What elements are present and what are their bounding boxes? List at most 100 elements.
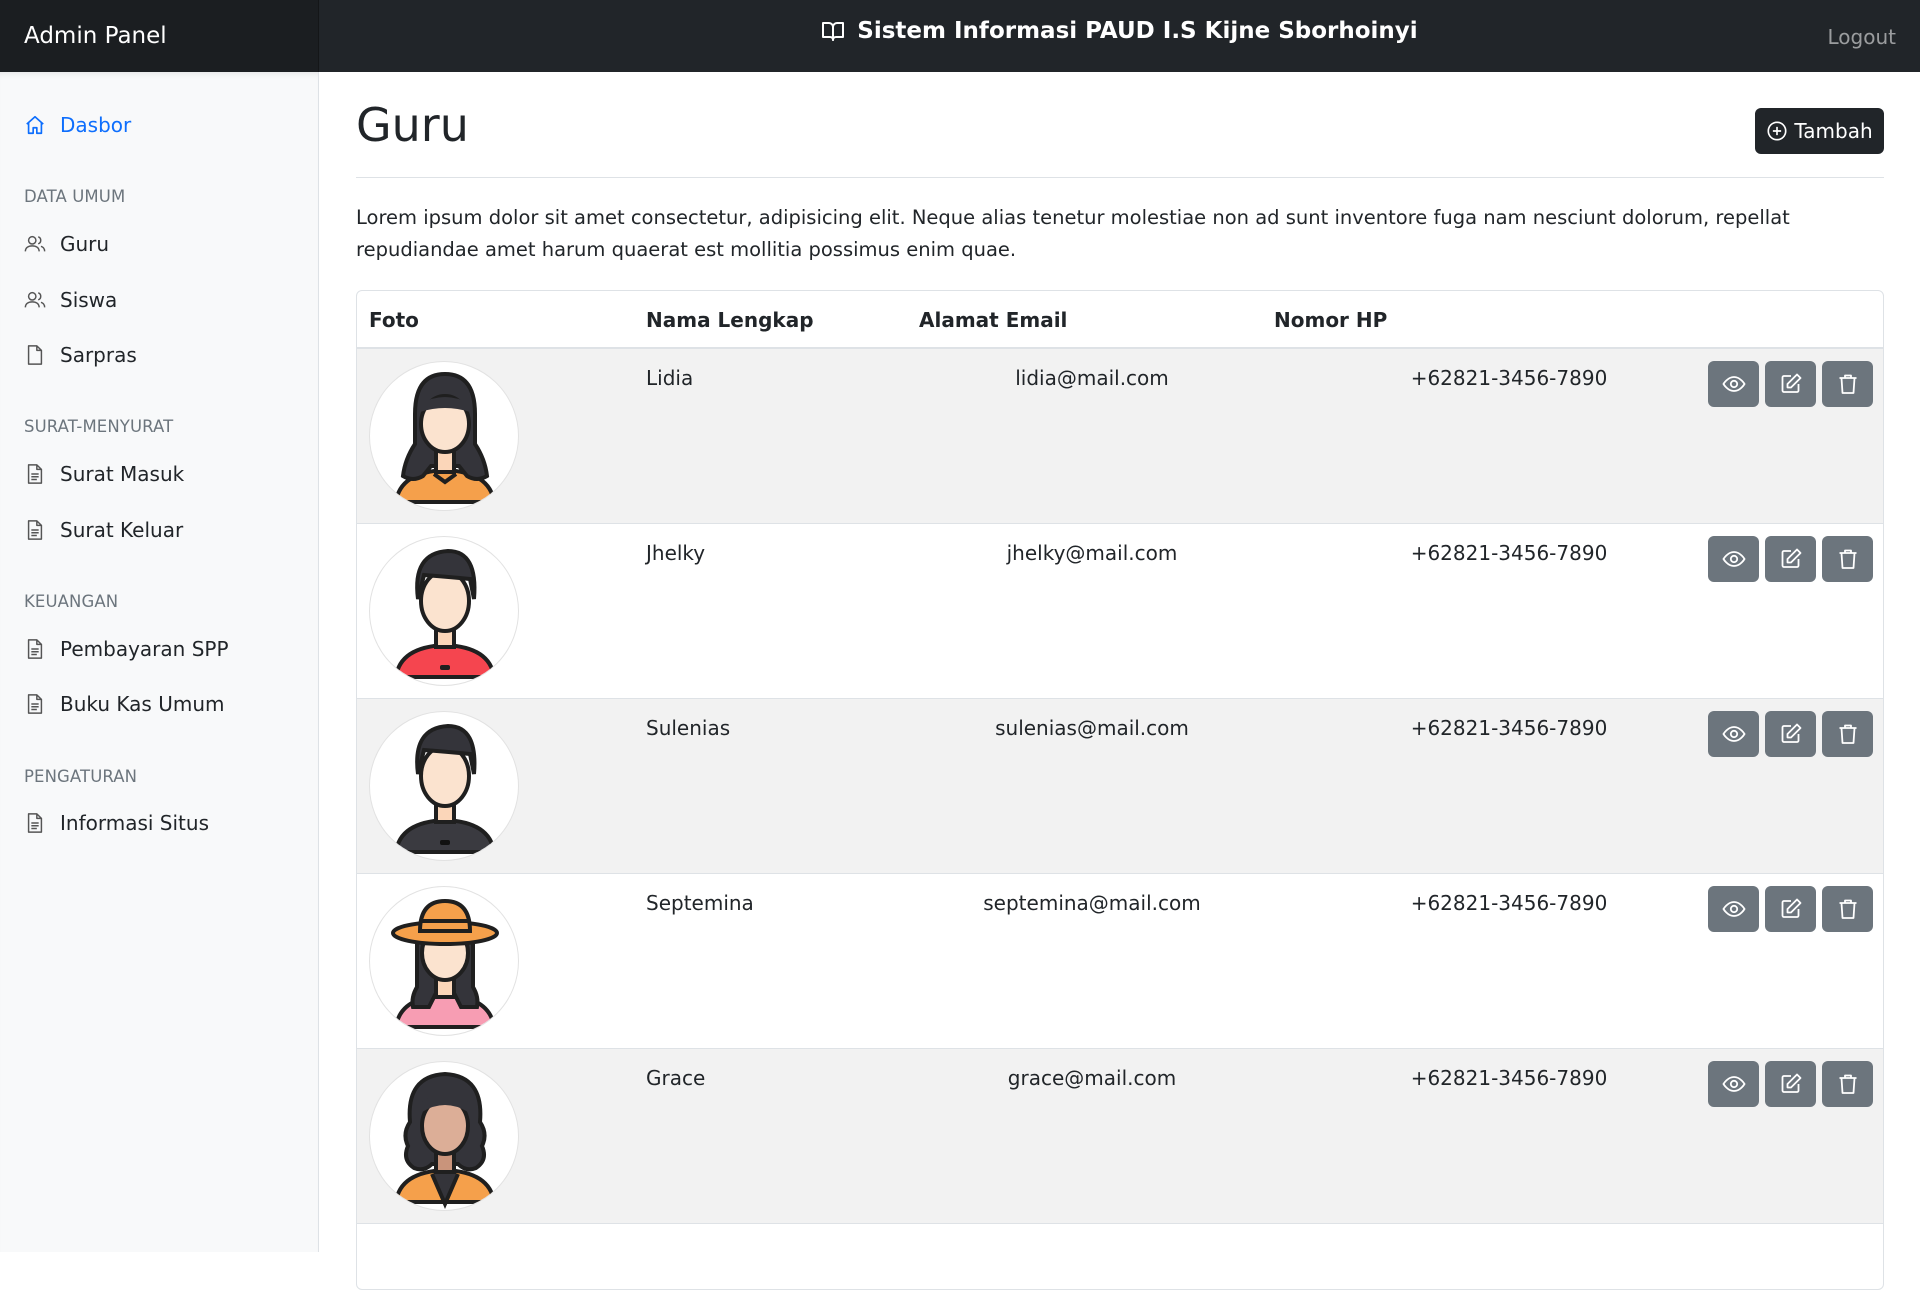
column-header-hp: Nomor HP <box>1274 308 1388 332</box>
cell-hp: +62821-3456-7890 <box>1410 716 1608 740</box>
row-actions <box>1708 886 1873 932</box>
delete-button[interactable] <box>1822 361 1873 407</box>
file-text-icon <box>27 639 43 659</box>
avatar <box>369 361 519 511</box>
row-actions <box>1708 536 1873 582</box>
column-header-email: Alamat Email <box>919 308 1068 332</box>
column-header-foto: Foto <box>369 308 419 332</box>
brand[interactable]: Admin Panel <box>0 0 319 72</box>
edit-icon <box>1781 723 1801 743</box>
cell-nama: Sulenias <box>646 716 731 740</box>
sidebar-item-sarpras[interactable]: Sarpras <box>24 340 137 370</box>
delete-button[interactable] <box>1822 1061 1873 1107</box>
divider <box>356 177 1884 178</box>
sidebar-item-surat-masuk[interactable]: Surat Masuk <box>24 459 184 489</box>
sidebar-item-guru[interactable]: Guru <box>24 229 109 259</box>
view-button[interactable] <box>1708 361 1759 407</box>
file-text-icon <box>27 694 43 714</box>
cell-nama: Septemina <box>646 891 754 915</box>
add-button-label: Tambah <box>1794 119 1873 143</box>
eye-icon <box>1721 726 1746 742</box>
table-row: Septemina septemina@mail.com +62821-3456… <box>357 874 1883 1049</box>
people-icon <box>24 291 46 308</box>
edit-button[interactable] <box>1765 886 1816 932</box>
sidebar-item-label: Guru <box>60 232 110 256</box>
view-button[interactable] <box>1708 536 1759 582</box>
avatar <box>369 711 519 861</box>
column-header-nama: Nama Lengkap <box>646 308 814 332</box>
table-row: Sulenias sulenias@mail.com +62821-3456-7… <box>357 699 1883 874</box>
cell-email: lidia@mail.com <box>1015 366 1169 390</box>
delete-button[interactable] <box>1822 536 1873 582</box>
sidebar-item-label: Informasi Situs <box>60 811 209 835</box>
book-icon <box>822 22 845 41</box>
eye-icon <box>1721 376 1746 392</box>
cell-email: jhelky@mail.com <box>1006 541 1178 565</box>
sidebar-heading-surat: SURAT-MENYURAT <box>24 417 174 436</box>
eye-icon <box>1721 901 1746 917</box>
avatar <box>369 536 519 686</box>
sidebar-item-surat-keluar[interactable]: Surat Keluar <box>24 515 183 545</box>
view-button[interactable] <box>1708 1061 1759 1107</box>
edit-icon <box>1781 373 1801 393</box>
cell-hp: +62821-3456-7890 <box>1410 541 1608 565</box>
edit-button[interactable] <box>1765 361 1816 407</box>
add-button[interactable]: Tambah <box>1755 108 1884 154</box>
view-button[interactable] <box>1708 711 1759 757</box>
cell-email: sulenias@mail.com <box>995 716 1189 740</box>
edit-icon <box>1781 898 1801 918</box>
avatar <box>369 1061 519 1211</box>
sidebar-item-label: Surat Keluar <box>60 518 184 542</box>
table-row: Jhelky jhelky@mail.com +62821-3456-7890 <box>357 524 1883 699</box>
sidebar-item-label: Dasbor <box>60 113 132 137</box>
table-header: Foto Nama Lengkap Alamat Email Nomor HP <box>357 291 1883 349</box>
cell-nama: Jhelky <box>646 541 706 565</box>
logout-link[interactable]: Logout <box>1828 0 1896 74</box>
avatar <box>369 886 519 1036</box>
cell-nama: Grace <box>646 1066 706 1090</box>
sidebar-heading-pengaturan: PENGATURAN <box>24 767 138 786</box>
trash-icon <box>1839 899 1856 919</box>
cell-email: septemina@mail.com <box>983 891 1201 915</box>
home-icon <box>26 115 44 135</box>
cell-nama: Lidia <box>646 366 694 390</box>
delete-button[interactable] <box>1822 711 1873 757</box>
delete-button[interactable] <box>1822 886 1873 932</box>
eye-icon <box>1721 551 1746 567</box>
edit-button[interactable] <box>1765 536 1816 582</box>
trash-icon <box>1839 724 1856 744</box>
file-icon <box>27 345 43 365</box>
sidebar-item-buku-kas[interactable]: Buku Kas Umum <box>24 689 224 719</box>
sidebar-heading-data-umum: DATA UMUM <box>24 187 126 206</box>
sidebar-item-label: Siswa <box>60 288 118 312</box>
guru-table: Foto Nama Lengkap Alamat Email Nomor HP … <box>356 290 1884 1290</box>
top-navbar: Admin Panel Sistem Informasi PAUD I.S Ki… <box>0 0 1920 72</box>
edit-button[interactable] <box>1765 1061 1816 1107</box>
row-actions <box>1708 1061 1873 1107</box>
view-button[interactable] <box>1708 886 1759 932</box>
sidebar-item-label: Sarpras <box>60 343 137 367</box>
sidebar-item-informasi-situs[interactable]: Informasi Situs <box>24 808 209 838</box>
edit-icon <box>1781 1073 1801 1093</box>
eye-icon <box>1721 1076 1746 1092</box>
sidebar-item-label: Pembayaran SPP <box>60 637 229 661</box>
page-title: Guru <box>356 98 469 152</box>
cell-hp: +62821-3456-7890 <box>1410 891 1608 915</box>
row-actions <box>1708 361 1873 407</box>
table-row: Lidia lidia@mail.com +62821-3456-7890 <box>357 349 1883 524</box>
cell-hp: +62821-3456-7890 <box>1410 366 1608 390</box>
sidebar-item-siswa[interactable]: Siswa <box>24 285 117 315</box>
file-text-icon <box>27 813 43 833</box>
page-description: Lorem ipsum dolor sit amet consectetur, … <box>356 206 1790 261</box>
people-icon <box>24 235 46 252</box>
trash-icon <box>1839 374 1856 394</box>
sidebar-heading-keuangan: KEUANGAN <box>24 592 119 611</box>
trash-icon <box>1839 1074 1856 1094</box>
sidebar-item-dasbor[interactable]: Dasbor <box>24 110 131 140</box>
edit-button[interactable] <box>1765 711 1816 757</box>
site-title: Sistem Informasi PAUD I.S Kijne Sborhoin… <box>319 0 1920 62</box>
sidebar-item-label: Surat Masuk <box>60 462 185 486</box>
file-text-icon <box>27 520 43 540</box>
sidebar-item-pembayaran-spp[interactable]: Pembayaran SPP <box>24 634 229 664</box>
site-title-text: Sistem Informasi PAUD I.S Kijne Sborhoin… <box>857 18 1418 44</box>
